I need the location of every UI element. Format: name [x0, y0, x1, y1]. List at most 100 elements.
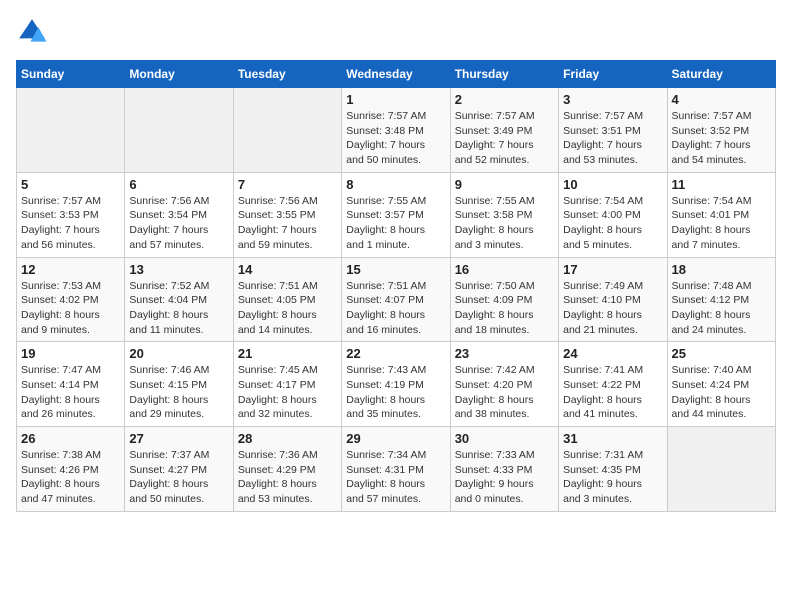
day-info: Sunrise: 7:33 AM Sunset: 4:33 PM Dayligh…	[455, 448, 554, 507]
calendar-cell: 28 Sunrise: 7:36 AM Sunset: 4:29 PM Dayli…	[233, 427, 341, 512]
day-number: 8	[346, 177, 445, 192]
calendar-cell: 16 Sunrise: 7:50 AM Sunset: 4:09 PM Dayli…	[450, 257, 558, 342]
calendar-cell: 12 Sunrise: 7:53 AM Sunset: 4:02 PM Dayli…	[17, 257, 125, 342]
day-number: 21	[238, 346, 337, 361]
day-info: Sunrise: 7:46 AM Sunset: 4:15 PM Dayligh…	[129, 363, 228, 422]
day-info: Sunrise: 7:47 AM Sunset: 4:14 PM Dayligh…	[21, 363, 120, 422]
day-info: Sunrise: 7:36 AM Sunset: 4:29 PM Dayligh…	[238, 448, 337, 507]
calendar-cell: 27 Sunrise: 7:37 AM Sunset: 4:27 PM Dayli…	[125, 427, 233, 512]
day-info: Sunrise: 7:43 AM Sunset: 4:19 PM Dayligh…	[346, 363, 445, 422]
day-info: Sunrise: 7:57 AM Sunset: 3:49 PM Dayligh…	[455, 109, 554, 168]
day-number: 6	[129, 177, 228, 192]
day-number: 9	[455, 177, 554, 192]
day-number: 25	[672, 346, 771, 361]
calendar-cell	[17, 88, 125, 173]
calendar-cell: 3 Sunrise: 7:57 AM Sunset: 3:51 PM Daylig…	[559, 88, 667, 173]
day-number: 17	[563, 262, 662, 277]
calendar-cell: 1 Sunrise: 7:57 AM Sunset: 3:48 PM Daylig…	[342, 88, 450, 173]
weekday-header-tuesday: Tuesday	[233, 61, 341, 88]
day-number: 19	[21, 346, 120, 361]
day-number: 28	[238, 431, 337, 446]
day-number: 1	[346, 92, 445, 107]
day-info: Sunrise: 7:55 AM Sunset: 3:58 PM Dayligh…	[455, 194, 554, 253]
day-info: Sunrise: 7:41 AM Sunset: 4:22 PM Dayligh…	[563, 363, 662, 422]
weekday-header-monday: Monday	[125, 61, 233, 88]
day-number: 11	[672, 177, 771, 192]
calendar-week-3: 12 Sunrise: 7:53 AM Sunset: 4:02 PM Dayli…	[17, 257, 776, 342]
day-number: 16	[455, 262, 554, 277]
logo-icon	[16, 16, 48, 48]
weekday-header-sunday: Sunday	[17, 61, 125, 88]
calendar-week-4: 19 Sunrise: 7:47 AM Sunset: 4:14 PM Dayli…	[17, 342, 776, 427]
calendar-cell: 11 Sunrise: 7:54 AM Sunset: 4:01 PM Dayli…	[667, 172, 775, 257]
calendar-cell: 2Sunrise: 7:57 AM Sunset: 3:49 PM Daylig…	[450, 88, 558, 173]
calendar-week-1: 1 Sunrise: 7:57 AM Sunset: 3:48 PM Daylig…	[17, 88, 776, 173]
day-number: 30	[455, 431, 554, 446]
day-number: 3	[563, 92, 662, 107]
calendar-week-5: 26 Sunrise: 7:38 AM Sunset: 4:26 PM Dayli…	[17, 427, 776, 512]
day-number: 15	[346, 262, 445, 277]
calendar-cell: 23Sunrise: 7:42 AM Sunset: 4:20 PM Dayli…	[450, 342, 558, 427]
calendar-cell	[233, 88, 341, 173]
calendar-cell: 10 Sunrise: 7:54 AM Sunset: 4:00 PM Dayli…	[559, 172, 667, 257]
day-info: Sunrise: 7:57 AM Sunset: 3:52 PM Dayligh…	[672, 109, 771, 168]
weekday-header-saturday: Saturday	[667, 61, 775, 88]
day-number: 5	[21, 177, 120, 192]
day-info: Sunrise: 7:50 AM Sunset: 4:09 PM Dayligh…	[455, 279, 554, 338]
day-info: Sunrise: 7:52 AM Sunset: 4:04 PM Dayligh…	[129, 279, 228, 338]
calendar-cell: 24Sunrise: 7:41 AM Sunset: 4:22 PM Dayli…	[559, 342, 667, 427]
day-number: 26	[21, 431, 120, 446]
calendar-cell: 22 Sunrise: 7:43 AM Sunset: 4:19 PM Dayli…	[342, 342, 450, 427]
calendar-cell	[125, 88, 233, 173]
day-number: 12	[21, 262, 120, 277]
day-info: Sunrise: 7:51 AM Sunset: 4:07 PM Dayligh…	[346, 279, 445, 338]
logo	[16, 16, 52, 48]
weekday-header-friday: Friday	[559, 61, 667, 88]
calendar-table: SundayMondayTuesdayWednesdayThursdayFrid…	[16, 60, 776, 512]
day-info: Sunrise: 7:54 AM Sunset: 4:01 PM Dayligh…	[672, 194, 771, 253]
page-header	[16, 16, 776, 48]
calendar-body: 1 Sunrise: 7:57 AM Sunset: 3:48 PM Daylig…	[17, 88, 776, 512]
calendar-cell: 17 Sunrise: 7:49 AM Sunset: 4:10 PM Dayli…	[559, 257, 667, 342]
day-info: Sunrise: 7:38 AM Sunset: 4:26 PM Dayligh…	[21, 448, 120, 507]
day-number: 23	[455, 346, 554, 361]
calendar-cell	[667, 427, 775, 512]
calendar-cell: 31 Sunrise: 7:31 AM Sunset: 4:35 PM Dayli…	[559, 427, 667, 512]
day-info: Sunrise: 7:57 AM Sunset: 3:48 PM Dayligh…	[346, 109, 445, 168]
day-info: Sunrise: 7:49 AM Sunset: 4:10 PM Dayligh…	[563, 279, 662, 338]
day-info: Sunrise: 7:56 AM Sunset: 3:55 PM Dayligh…	[238, 194, 337, 253]
calendar-cell: 9 Sunrise: 7:55 AM Sunset: 3:58 PM Daylig…	[450, 172, 558, 257]
day-info: Sunrise: 7:53 AM Sunset: 4:02 PM Dayligh…	[21, 279, 120, 338]
day-number: 18	[672, 262, 771, 277]
day-info: Sunrise: 7:45 AM Sunset: 4:17 PM Dayligh…	[238, 363, 337, 422]
day-info: Sunrise: 7:57 AM Sunset: 3:53 PM Dayligh…	[21, 194, 120, 253]
day-info: Sunrise: 7:55 AM Sunset: 3:57 PM Dayligh…	[346, 194, 445, 253]
day-number: 22	[346, 346, 445, 361]
day-info: Sunrise: 7:48 AM Sunset: 4:12 PM Dayligh…	[672, 279, 771, 338]
calendar-cell: 19 Sunrise: 7:47 AM Sunset: 4:14 PM Dayli…	[17, 342, 125, 427]
weekday-header-thursday: Thursday	[450, 61, 558, 88]
day-number: 29	[346, 431, 445, 446]
calendar-cell: 4 Sunrise: 7:57 AM Sunset: 3:52 PM Daylig…	[667, 88, 775, 173]
calendar-week-2: 5 Sunrise: 7:57 AM Sunset: 3:53 PM Daylig…	[17, 172, 776, 257]
calendar-cell: 13 Sunrise: 7:52 AM Sunset: 4:04 PM Dayli…	[125, 257, 233, 342]
day-info: Sunrise: 7:37 AM Sunset: 4:27 PM Dayligh…	[129, 448, 228, 507]
calendar-cell: 20Sunrise: 7:46 AM Sunset: 4:15 PM Dayli…	[125, 342, 233, 427]
calendar-header: SundayMondayTuesdayWednesdayThursdayFrid…	[17, 61, 776, 88]
calendar-cell: 14Sunrise: 7:51 AM Sunset: 4:05 PM Dayli…	[233, 257, 341, 342]
day-info: Sunrise: 7:31 AM Sunset: 4:35 PM Dayligh…	[563, 448, 662, 507]
day-number: 31	[563, 431, 662, 446]
day-info: Sunrise: 7:57 AM Sunset: 3:51 PM Dayligh…	[563, 109, 662, 168]
weekday-header-wednesday: Wednesday	[342, 61, 450, 88]
calendar-cell: 7Sunrise: 7:56 AM Sunset: 3:55 PM Daylig…	[233, 172, 341, 257]
calendar-cell: 18 Sunrise: 7:48 AM Sunset: 4:12 PM Dayli…	[667, 257, 775, 342]
day-number: 27	[129, 431, 228, 446]
day-info: Sunrise: 7:34 AM Sunset: 4:31 PM Dayligh…	[346, 448, 445, 507]
calendar-cell: 26 Sunrise: 7:38 AM Sunset: 4:26 PM Dayli…	[17, 427, 125, 512]
day-number: 10	[563, 177, 662, 192]
calendar-cell: 5 Sunrise: 7:57 AM Sunset: 3:53 PM Daylig…	[17, 172, 125, 257]
day-number: 4	[672, 92, 771, 107]
day-number: 13	[129, 262, 228, 277]
day-info: Sunrise: 7:54 AM Sunset: 4:00 PM Dayligh…	[563, 194, 662, 253]
calendar-cell: 29 Sunrise: 7:34 AM Sunset: 4:31 PM Dayli…	[342, 427, 450, 512]
